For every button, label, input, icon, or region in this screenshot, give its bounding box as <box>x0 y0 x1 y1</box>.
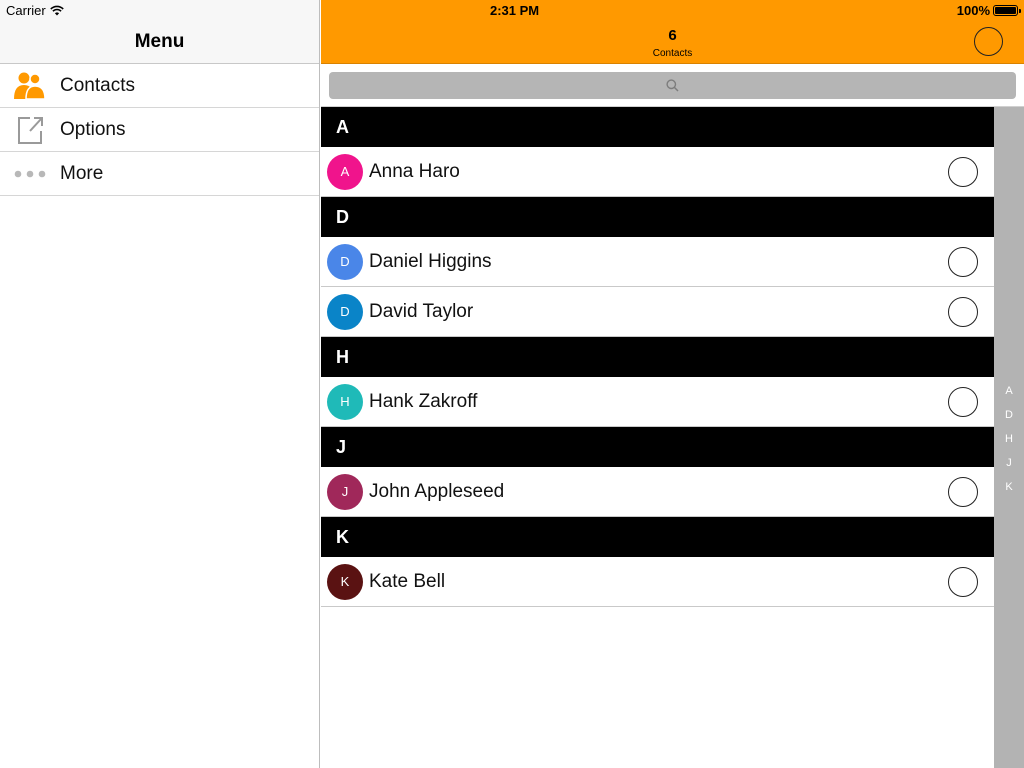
index-letter-a[interactable]: A <box>994 385 1024 397</box>
contact-row[interactable]: A Anna Haro <box>321 147 994 197</box>
menu-item-contacts[interactable]: Contacts <box>0 64 319 108</box>
external-link-icon <box>0 108 60 152</box>
contact-row[interactable]: D David Taylor <box>321 287 994 337</box>
menu-title: Menu <box>134 31 185 52</box>
status-bar: Carrier 2:31 PM 100% <box>0 0 1024 20</box>
index-letter-d[interactable]: D <box>994 409 1024 421</box>
avatar: A <box>327 153 363 190</box>
menu-pane: Menu Contacts Options More <box>0 0 320 768</box>
index-letter-h[interactable]: H <box>994 433 1024 445</box>
clock: 2:31 PM <box>490 3 540 18</box>
contact-name: David Taylor <box>369 300 474 322</box>
contact-name: Kate Bell <box>369 570 446 592</box>
select-checkbox[interactable] <box>948 247 978 277</box>
avatar: K <box>327 563 363 600</box>
battery-percent: 100% <box>956 3 990 18</box>
avatar: D <box>327 293 363 330</box>
select-checkbox[interactable] <box>948 157 978 187</box>
contact-name: Hank Zakroff <box>369 390 478 412</box>
index-letter-j[interactable]: J <box>994 457 1024 469</box>
section-header-a: A <box>321 107 994 147</box>
contact-name: Anna Haro <box>369 160 460 182</box>
avatar: H <box>327 383 363 420</box>
menu-item-label: More <box>60 162 104 184</box>
status-right: 100% <box>956 3 1021 18</box>
contacts-icon <box>0 64 60 108</box>
menu-item-options[interactable]: Options <box>0 108 319 152</box>
contact-row[interactable]: K Kate Bell <box>321 557 994 607</box>
menu-item-label: Contacts <box>60 74 135 96</box>
section-header-k: K <box>321 517 994 557</box>
contact-name: John Appleseed <box>369 480 505 502</box>
section-header-d: D <box>321 197 994 237</box>
search-bar[interactable] <box>329 72 1016 99</box>
index-letter-k[interactable]: K <box>994 481 1024 493</box>
contacts-pane: 6 Contacts A A Anna Haro D D Daniel Higg… <box>321 0 1024 768</box>
select-checkbox[interactable] <box>948 387 978 417</box>
contacts-list: A A Anna Haro D D Daniel Higgins D David… <box>321 107 994 607</box>
menu-item-more[interactable]: More <box>0 152 319 196</box>
select-checkbox[interactable] <box>948 477 978 507</box>
wifi-icon <box>49 5 64 16</box>
search-icon <box>666 79 679 92</box>
select-checkbox[interactable] <box>948 297 978 327</box>
more-dots-icon <box>0 152 60 196</box>
avatar: J <box>327 473 363 510</box>
contact-row[interactable]: D Daniel Higgins <box>321 237 994 287</box>
select-all-button[interactable] <box>974 27 1003 56</box>
carrier-label: Carrier <box>6 3 46 18</box>
contact-row[interactable]: J John Appleseed <box>321 467 994 517</box>
section-header-h: H <box>321 337 994 377</box>
contact-name: Daniel Higgins <box>369 250 492 272</box>
section-header-j: J <box>321 427 994 467</box>
status-left: Carrier <box>6 3 64 18</box>
search-container <box>321 64 1024 107</box>
menu-item-label: Options <box>60 118 126 140</box>
battery-icon <box>993 5 1021 16</box>
contacts-subtitle: Contacts <box>652 48 693 59</box>
section-index-bar[interactable]: A D H J K <box>994 107 1024 768</box>
contact-row[interactable]: H Hank Zakroff <box>321 377 994 427</box>
contacts-count: 6 <box>668 27 677 44</box>
select-checkbox[interactable] <box>948 567 978 597</box>
avatar: D <box>327 243 363 280</box>
